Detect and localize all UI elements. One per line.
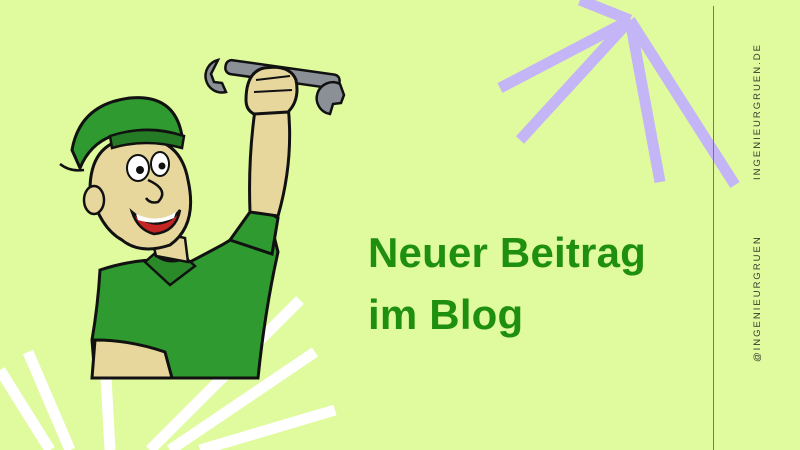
lavender-burst-icon [497, 0, 740, 188]
vertical-divider [713, 6, 714, 450]
website-label: INGENIEURGRUEN.DE [752, 43, 763, 180]
page-title: Neuer Beitrag im Blog [368, 222, 646, 346]
headline-line-2: im Blog [368, 291, 524, 338]
mechanic-illustration [59, 58, 346, 380]
social-handle: @INGENIEURGRUEN [752, 235, 763, 362]
headline-line-1: Neuer Beitrag [368, 229, 647, 276]
blog-announcement-banner: Neuer Beitrag im Blog INGENIEURGRUEN.DE … [0, 0, 800, 450]
